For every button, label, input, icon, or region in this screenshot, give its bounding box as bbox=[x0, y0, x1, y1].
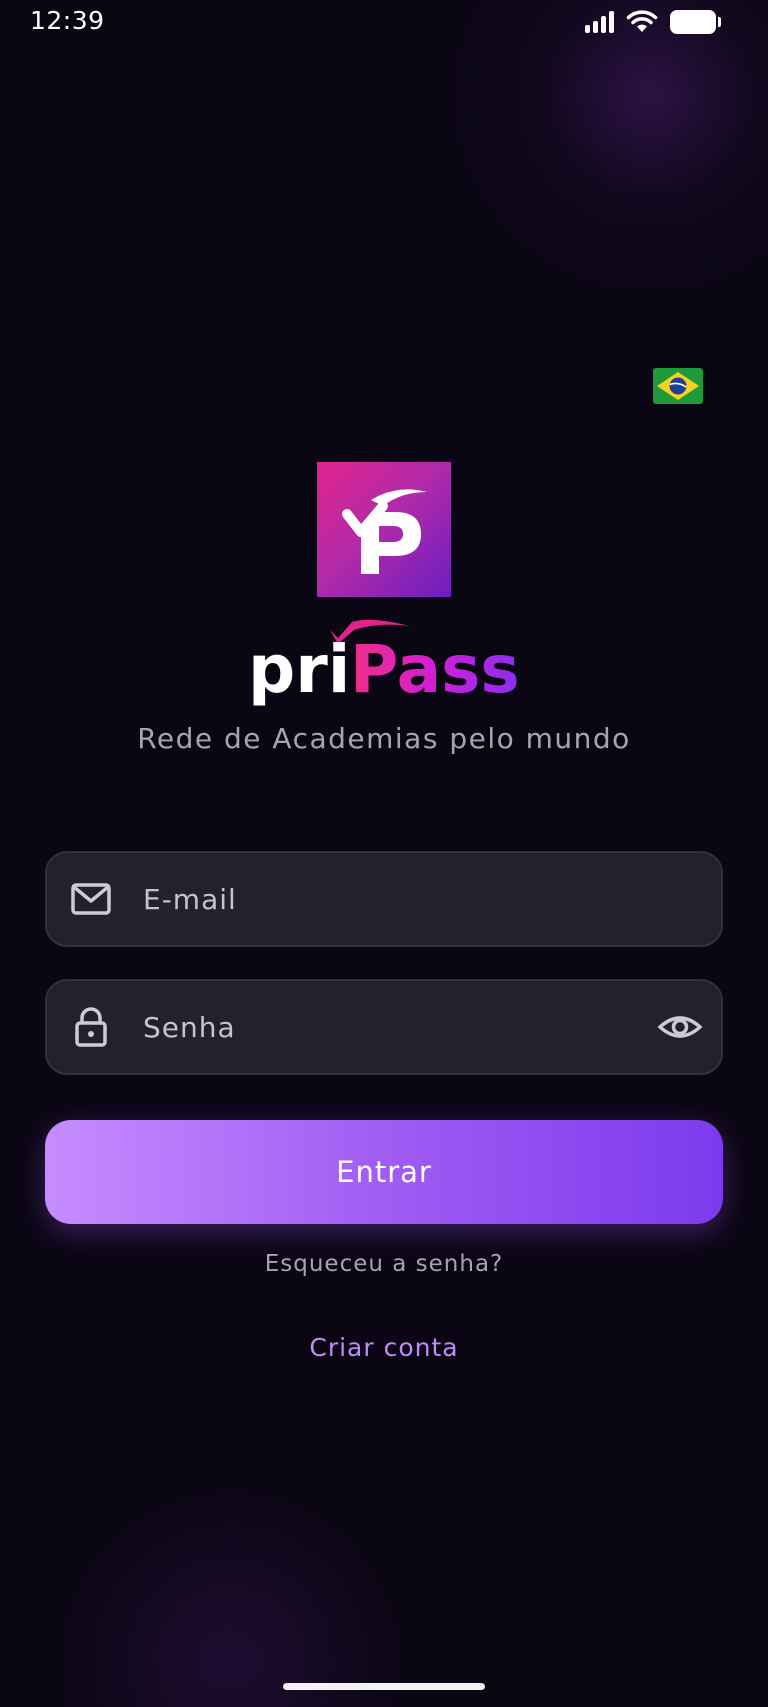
password-field[interactable] bbox=[45, 979, 723, 1075]
login-button[interactable]: Entrar bbox=[45, 1120, 723, 1224]
status-time: 12:39 bbox=[30, 6, 105, 35]
wordmark-pri: pri bbox=[248, 631, 350, 707]
status-icons bbox=[585, 10, 721, 34]
eye-icon[interactable] bbox=[657, 1009, 703, 1045]
email-input[interactable] bbox=[143, 853, 643, 945]
signal-icon bbox=[585, 11, 614, 33]
brazil-flag-icon[interactable] bbox=[653, 368, 703, 404]
login-screen: 12:39 pri Pass Rede de Academias pelo mu… bbox=[0, 0, 768, 1707]
email-field[interactable] bbox=[45, 851, 723, 947]
forgot-password-link[interactable]: Esqueceu a senha? bbox=[0, 1251, 768, 1277]
tagline: Rede de Academias pelo mundo bbox=[137, 722, 631, 755]
lock-icon bbox=[75, 1007, 107, 1047]
create-account-link[interactable]: Criar conta bbox=[0, 1333, 768, 1362]
pripass-logo-icon bbox=[317, 462, 451, 597]
password-input[interactable] bbox=[143, 981, 643, 1073]
battery-icon bbox=[670, 10, 721, 34]
wordmark-pass: Pass bbox=[350, 631, 520, 707]
home-indicator[interactable] bbox=[283, 1683, 485, 1690]
status-bar: 12:39 bbox=[0, 0, 768, 48]
mail-icon bbox=[71, 883, 111, 915]
wifi-icon bbox=[626, 10, 658, 32]
pripass-wordmark: pri Pass bbox=[248, 619, 520, 707]
